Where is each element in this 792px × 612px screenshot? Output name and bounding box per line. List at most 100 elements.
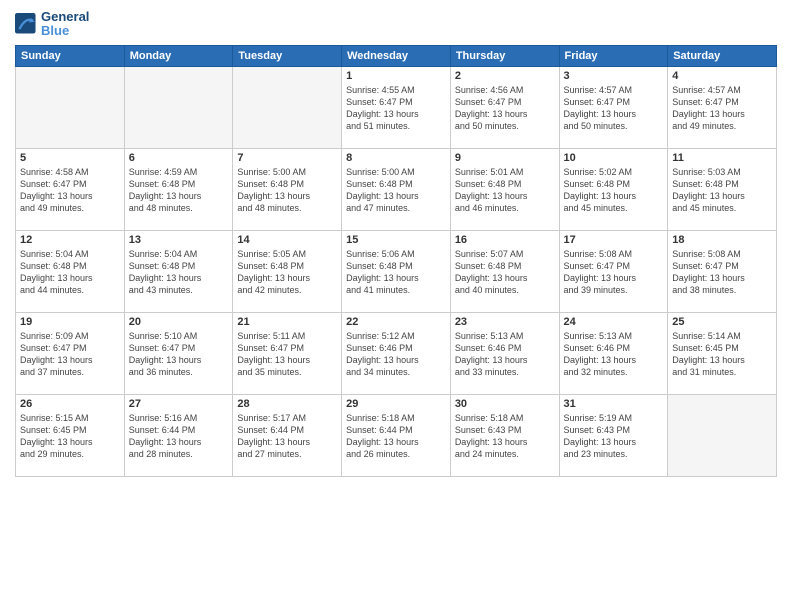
cell-info: Sunrise: 5:02 AM Sunset: 6:48 PM Dayligh… — [564, 166, 664, 215]
calendar-cell: 16 Sunrise: 5:07 AM Sunset: 6:48 PM Dayli… — [450, 230, 559, 312]
cell-info: Sunrise: 4:57 AM Sunset: 6:47 PM Dayligh… — [564, 84, 664, 133]
day-number: 20 — [129, 316, 229, 328]
calendar-week-1: 5 Sunrise: 4:58 AM Sunset: 6:47 PM Daylig… — [16, 148, 777, 230]
calendar-cell: 2 Sunrise: 4:56 AM Sunset: 6:47 PM Daylig… — [450, 66, 559, 148]
day-number: 18 — [672, 234, 772, 246]
day-number: 3 — [564, 70, 664, 82]
weekday-saturday: Saturday — [668, 45, 777, 66]
calendar-cell: 26Sunrise: 5:15 AM Sunset: 6:45 PM Dayli… — [16, 394, 125, 476]
calendar-cell: 11 Sunrise: 5:03 AM Sunset: 6:48 PM Dayli… — [668, 148, 777, 230]
day-number: 24 — [564, 316, 664, 328]
calendar-body: 1Sunrise: 4:55 AM Sunset: 6:47 PM Daylig… — [16, 66, 777, 476]
calendar-cell: 6 Sunrise: 4:59 AM Sunset: 6:48 PM Daylig… — [124, 148, 233, 230]
day-number: 16 — [455, 234, 555, 246]
calendar-cell: 10 Sunrise: 5:02 AM Sunset: 6:48 PM Dayli… — [559, 148, 668, 230]
cell-info: Sunrise: 5:14 AM Sunset: 6:45 PM Dayligh… — [672, 330, 772, 379]
calendar-week-4: 26Sunrise: 5:15 AM Sunset: 6:45 PM Dayli… — [16, 394, 777, 476]
calendar-week-2: 12 Sunrise: 5:04 AM Sunset: 6:48 PM Dayli… — [16, 230, 777, 312]
day-number: 21 — [237, 316, 337, 328]
cell-info: Sunrise: 5:16 AM Sunset: 6:44 PM Dayligh… — [129, 412, 229, 461]
day-number: 10 — [564, 152, 664, 164]
day-number: 23 — [455, 316, 555, 328]
day-number: 17 — [564, 234, 664, 246]
weekday-thursday: Thursday — [450, 45, 559, 66]
weekday-friday: Friday — [559, 45, 668, 66]
cell-info: Sunrise: 5:00 AM Sunset: 6:48 PM Dayligh… — [237, 166, 337, 215]
calendar-week-0: 1Sunrise: 4:55 AM Sunset: 6:47 PM Daylig… — [16, 66, 777, 148]
calendar-cell: 22Sunrise: 5:12 AM Sunset: 6:46 PM Dayli… — [342, 312, 451, 394]
cell-info: Sunrise: 5:11 AM Sunset: 6:47 PM Dayligh… — [237, 330, 337, 379]
cell-info: Sunrise: 4:56 AM Sunset: 6:47 PM Dayligh… — [455, 84, 555, 133]
day-number: 22 — [346, 316, 446, 328]
cell-info: Sunrise: 5:00 AM Sunset: 6:48 PM Dayligh… — [346, 166, 446, 215]
day-number: 15 — [346, 234, 446, 246]
cell-info: Sunrise: 4:57 AM Sunset: 6:47 PM Dayligh… — [672, 84, 772, 133]
day-number: 11 — [672, 152, 772, 164]
calendar-cell: 17 Sunrise: 5:08 AM Sunset: 6:47 PM Dayli… — [559, 230, 668, 312]
logo-icon — [15, 13, 37, 35]
calendar-cell: 18 Sunrise: 5:08 AM Sunset: 6:47 PM Dayli… — [668, 230, 777, 312]
calendar-cell — [124, 66, 233, 148]
day-number: 19 — [20, 316, 120, 328]
day-number: 6 — [129, 152, 229, 164]
calendar-cell: 4 Sunrise: 4:57 AM Sunset: 6:47 PM Daylig… — [668, 66, 777, 148]
cell-info: Sunrise: 5:18 AM Sunset: 6:44 PM Dayligh… — [346, 412, 446, 461]
cell-info: Sunrise: 5:08 AM Sunset: 6:47 PM Dayligh… — [564, 248, 664, 297]
cell-info: Sunrise: 5:04 AM Sunset: 6:48 PM Dayligh… — [20, 248, 120, 297]
day-number: 8 — [346, 152, 446, 164]
calendar-cell: 1Sunrise: 4:55 AM Sunset: 6:47 PM Daylig… — [342, 66, 451, 148]
day-number: 14 — [237, 234, 337, 246]
calendar-cell: 9Sunrise: 5:01 AM Sunset: 6:48 PM Daylig… — [450, 148, 559, 230]
cell-info: Sunrise: 5:13 AM Sunset: 6:46 PM Dayligh… — [455, 330, 555, 379]
day-number: 4 — [672, 70, 772, 82]
cell-info: Sunrise: 5:04 AM Sunset: 6:48 PM Dayligh… — [129, 248, 229, 297]
weekday-monday: Monday — [124, 45, 233, 66]
cell-info: Sunrise: 5:18 AM Sunset: 6:43 PM Dayligh… — [455, 412, 555, 461]
cell-info: Sunrise: 5:06 AM Sunset: 6:48 PM Dayligh… — [346, 248, 446, 297]
cell-info: Sunrise: 4:59 AM Sunset: 6:48 PM Dayligh… — [129, 166, 229, 215]
calendar-cell: 25Sunrise: 5:14 AM Sunset: 6:45 PM Dayli… — [668, 312, 777, 394]
day-number: 28 — [237, 398, 337, 410]
header: General Blue — [15, 10, 777, 39]
calendar-week-3: 19 Sunrise: 5:09 AM Sunset: 6:47 PM Dayli… — [16, 312, 777, 394]
calendar-cell: 19 Sunrise: 5:09 AM Sunset: 6:47 PM Dayli… — [16, 312, 125, 394]
day-number: 7 — [237, 152, 337, 164]
calendar-cell: 20 Sunrise: 5:10 AM Sunset: 6:47 PM Dayli… — [124, 312, 233, 394]
cell-info: Sunrise: 4:58 AM Sunset: 6:47 PM Dayligh… — [20, 166, 120, 215]
weekday-tuesday: Tuesday — [233, 45, 342, 66]
day-number: 12 — [20, 234, 120, 246]
day-number: 26 — [20, 398, 120, 410]
calendar-cell: 3 Sunrise: 4:57 AM Sunset: 6:47 PM Daylig… — [559, 66, 668, 148]
cell-info: Sunrise: 5:03 AM Sunset: 6:48 PM Dayligh… — [672, 166, 772, 215]
logo: General Blue — [15, 10, 89, 39]
calendar-cell: 5 Sunrise: 4:58 AM Sunset: 6:47 PM Daylig… — [16, 148, 125, 230]
calendar-cell — [233, 66, 342, 148]
calendar-cell: 12 Sunrise: 5:04 AM Sunset: 6:48 PM Dayli… — [16, 230, 125, 312]
calendar-cell — [668, 394, 777, 476]
calendar-cell: 14 Sunrise: 5:05 AM Sunset: 6:48 PM Dayli… — [233, 230, 342, 312]
calendar-cell: 21 Sunrise: 5:11 AM Sunset: 6:47 PM Dayli… — [233, 312, 342, 394]
day-number: 30 — [455, 398, 555, 410]
weekday-header: SundayMondayTuesdayWednesdayThursdayFrid… — [16, 45, 777, 66]
cell-info: Sunrise: 5:07 AM Sunset: 6:48 PM Dayligh… — [455, 248, 555, 297]
cell-info: Sunrise: 5:05 AM Sunset: 6:48 PM Dayligh… — [237, 248, 337, 297]
cell-info: Sunrise: 5:10 AM Sunset: 6:47 PM Dayligh… — [129, 330, 229, 379]
day-number: 27 — [129, 398, 229, 410]
cell-info: Sunrise: 5:17 AM Sunset: 6:44 PM Dayligh… — [237, 412, 337, 461]
calendar-cell: 13Sunrise: 5:04 AM Sunset: 6:48 PM Dayli… — [124, 230, 233, 312]
calendar-cell: 29 Sunrise: 5:18 AM Sunset: 6:44 PM Dayli… — [342, 394, 451, 476]
day-number: 5 — [20, 152, 120, 164]
cell-info: Sunrise: 5:08 AM Sunset: 6:47 PM Dayligh… — [672, 248, 772, 297]
day-number: 2 — [455, 70, 555, 82]
cell-info: Sunrise: 5:09 AM Sunset: 6:47 PM Dayligh… — [20, 330, 120, 379]
calendar-cell: 24Sunrise: 5:13 AM Sunset: 6:46 PM Dayli… — [559, 312, 668, 394]
cell-info: Sunrise: 5:19 AM Sunset: 6:43 PM Dayligh… — [564, 412, 664, 461]
calendar-cell: 15 Sunrise: 5:06 AM Sunset: 6:48 PM Dayli… — [342, 230, 451, 312]
calendar-cell: 23 Sunrise: 5:13 AM Sunset: 6:46 PM Dayli… — [450, 312, 559, 394]
day-number: 29 — [346, 398, 446, 410]
calendar-cell: 8 Sunrise: 5:00 AM Sunset: 6:48 PM Daylig… — [342, 148, 451, 230]
cell-info: Sunrise: 4:55 AM Sunset: 6:47 PM Dayligh… — [346, 84, 446, 133]
calendar-table: SundayMondayTuesdayWednesdayThursdayFrid… — [15, 45, 777, 477]
calendar-cell: 28 Sunrise: 5:17 AM Sunset: 6:44 PM Dayli… — [233, 394, 342, 476]
day-number: 31 — [564, 398, 664, 410]
